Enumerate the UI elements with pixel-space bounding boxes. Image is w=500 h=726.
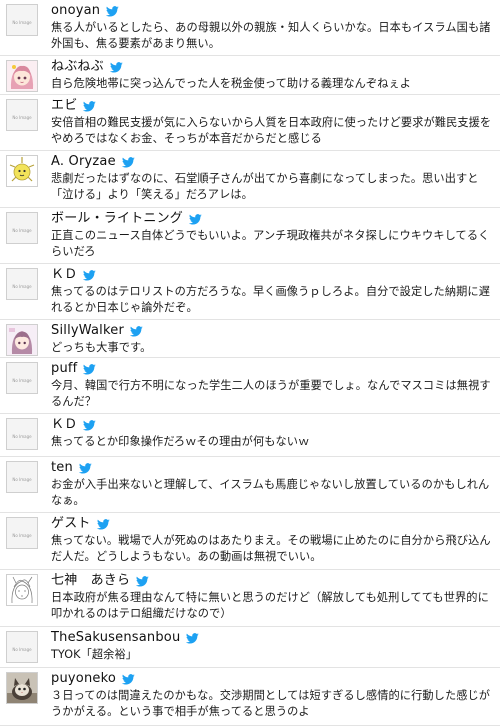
no-image-placeholder: No Image [12, 284, 32, 289]
tweet-text: 自ら危険地帯に突っ込んでった人を税金使って助ける義理なんぞねぇよ [51, 77, 412, 90]
user-avatar[interactable] [6, 155, 38, 187]
tweet-item: No Image onoyan 焦る人がいるとしたら、あの母親以外の親族・知人くらい… [0, 0, 500, 56]
tweet-header: ＫＤ [51, 267, 97, 283]
tweet-text: 悲劇だったはずなのに、石堂順子さんが出てから喜劇になってしまった。思い出すと「泣… [51, 172, 479, 201]
tweet-text: ３日ってのは間違えたのかもな。交渉期間としては短すぎるし感情的に行動した感じがう… [51, 689, 491, 718]
twitter-bird-icon [106, 6, 120, 17]
user-name[interactable]: ten [51, 460, 73, 476]
twitter-bird-icon [186, 633, 200, 644]
user-avatar[interactable] [6, 60, 38, 92]
tweet-item: 七神 あきら日本政府が焦る理由なんて特に無いと思うのだけど（解放しても処刑してて… [0, 570, 500, 627]
tweet-header: A. Oryzae [51, 154, 135, 170]
user-avatar[interactable]: No Image [6, 517, 38, 549]
tweet-item: No Image TheSakusensanbou TYOK「超余裕」 [0, 627, 500, 668]
tweet-text: どっちも大事です。 [51, 341, 152, 354]
tweet-text: お金が入手出来ないと理解して、イスラムも馬鹿じゃないし放置しているのかもしれんな… [51, 478, 490, 507]
twitter-bird-icon [83, 101, 97, 112]
no-image-placeholder: No Image [12, 20, 32, 25]
tweet-text: 正直このニュース自体どうでもいいよ。アンチ現政権共がネタ探しにウキウキしてるくら… [51, 229, 490, 258]
twitter-bird-icon [83, 364, 97, 375]
tweet-header: onoyan [51, 3, 120, 19]
tweet-item: No Image ＫＤ 焦ってるのはテロリストの方だろうな。早く画像うｐしろよ。自分… [0, 264, 500, 320]
tweet-header: ボール・ライトニング [51, 211, 202, 227]
twitter-bird-icon [83, 420, 97, 431]
user-avatar[interactable] [6, 672, 38, 704]
tweet-header: puyoneko [51, 671, 135, 687]
tweet-header: TheSakusensanbou [51, 630, 200, 646]
user-name[interactable]: 七神 あきら [51, 573, 130, 589]
tweet-header: エビ [51, 98, 97, 114]
twitter-bird-icon [96, 519, 110, 530]
twitter-bird-icon [78, 463, 92, 474]
user-name[interactable]: puff [51, 361, 77, 377]
tweet-header: ねぶねぶ [51, 59, 123, 75]
twitter-bird-icon [189, 214, 202, 225]
tweet-item: No Image ＫＤ 焦ってるとか印象操作だろｗその理由が何もないｗ [0, 414, 500, 457]
user-name[interactable]: エビ [51, 98, 77, 114]
twitter-bird-icon [130, 326, 143, 337]
user-avatar[interactable]: No Image [6, 212, 38, 244]
tweet-item: A. Oryzae 悲劇だったはずなのに、石堂順子さんが出てから喜劇になってしまっ… [0, 151, 500, 208]
tweet-header: puff [51, 361, 97, 377]
no-image-placeholder: No Image [12, 115, 32, 120]
no-image-placeholder: No Image [12, 434, 32, 439]
user-name[interactable]: ねぶねぶ [51, 59, 104, 75]
user-name[interactable]: puyoneko [51, 671, 116, 687]
tweet-item: SillyWalker どっちも大事です。 [0, 320, 500, 358]
twitter-bird-icon [109, 62, 123, 73]
tweet-text: 安倍首相の難民支援が気に入らないから人質を日本政府に使ったけど要求が難民支援をや… [51, 116, 492, 145]
no-image-placeholder: No Image [12, 477, 32, 482]
tweet-item: No Image エビ安倍首相の難民支援が気に入らないから人質を日本政府に使ったけ… [0, 95, 500, 151]
tweet-text: 焦ってるのはテロリストの方だろうな。早く画像うｐしろよ。自分で設定した納期に遅れ… [51, 285, 490, 314]
tweet-text: 焦ってない。戦場で人が死ぬのはあたりまえ。その戦場に止めたのに自分から飛び込んだ… [51, 534, 491, 563]
tweet-item: puyoneko ３日ってのは間違えたのかもな。交渉期間としては短すぎるし感情的に… [0, 668, 500, 726]
user-name[interactable]: onoyan [51, 3, 100, 19]
tweet-text: 焦る人がいるとしたら、あの母親以外の親族・知人くらいかな。日本もイスラム国も諸外… [51, 21, 491, 50]
tweet-item: No Image puff 今月、韓国で行方不明になった学生二人のほうが重要でしょ。… [0, 358, 500, 414]
no-image-placeholder: No Image [12, 228, 32, 233]
no-image-placeholder: No Image [12, 533, 32, 538]
tweet-header: 七神 あきら [51, 573, 149, 589]
user-name[interactable]: ゲスト [51, 516, 91, 532]
tweet-header: ＫＤ [51, 417, 97, 433]
user-name[interactable]: TheSakusensanbou [51, 630, 180, 646]
tweet-text: 焦ってるとか印象操作だろｗその理由が何もないｗ [51, 435, 310, 448]
user-avatar[interactable]: No Image [6, 362, 38, 394]
user-avatar[interactable]: No Image [6, 418, 38, 450]
tweet-item: No Image ゲスト焦ってない。戦場で人が死ぬのはあたりまえ。その戦場に止めた… [0, 513, 500, 570]
twitter-bird-icon [122, 674, 135, 685]
twitter-bird-icon [136, 576, 149, 587]
user-avatar[interactable] [6, 574, 38, 606]
no-image-placeholder: No Image [12, 378, 32, 383]
tweet-text: 今月、韓国で行方不明になった学生二人のほうが重要でしょ。なんでマスコミは無視する… [51, 379, 491, 408]
tweet-text: 日本政府が焦る理由なんて特に無いと思うのだけど（解放しても処刑してても世界的に叩… [51, 591, 489, 620]
user-avatar[interactable] [6, 324, 38, 356]
tweet-item: No Image ボール・ライトニング正直このニュース自体どうでもいいよ。アンチ現… [0, 208, 500, 264]
user-avatar[interactable]: No Image [6, 268, 38, 300]
user-avatar[interactable]: No Image [6, 461, 38, 493]
user-avatar[interactable]: No Image [6, 4, 38, 36]
tweet-item: No Image ten お金が入手出来ないと理解して、イスラムも馬鹿じゃないし放置… [0, 457, 500, 513]
user-name[interactable]: ボール・ライトニング [51, 211, 183, 227]
user-avatar[interactable]: No Image [6, 99, 38, 131]
user-name[interactable]: ＫＤ [51, 267, 77, 283]
twitter-bird-icon [121, 157, 135, 168]
twitter-bird-icon [83, 270, 97, 281]
tweet-header: SillyWalker [51, 323, 143, 339]
user-name[interactable]: A. Oryzae [51, 154, 116, 170]
tweet-header: ten [51, 460, 92, 476]
no-image-placeholder: No Image [12, 647, 32, 652]
tweet-feed: No Image onoyan 焦る人がいるとしたら、あの母親以外の親族・知人くらい… [0, 0, 500, 726]
user-name[interactable]: SillyWalker [51, 323, 124, 339]
tweet-item: ねぶねぶ自ら危険地帯に突っ込んでった人を税金使って助ける義理なんぞねぇよ [0, 56, 500, 95]
tweet-text: TYOK「超余裕」 [51, 648, 138, 661]
user-name[interactable]: ＫＤ [51, 417, 77, 433]
user-avatar[interactable]: No Image [6, 631, 38, 663]
tweet-header: ゲスト [51, 516, 110, 532]
